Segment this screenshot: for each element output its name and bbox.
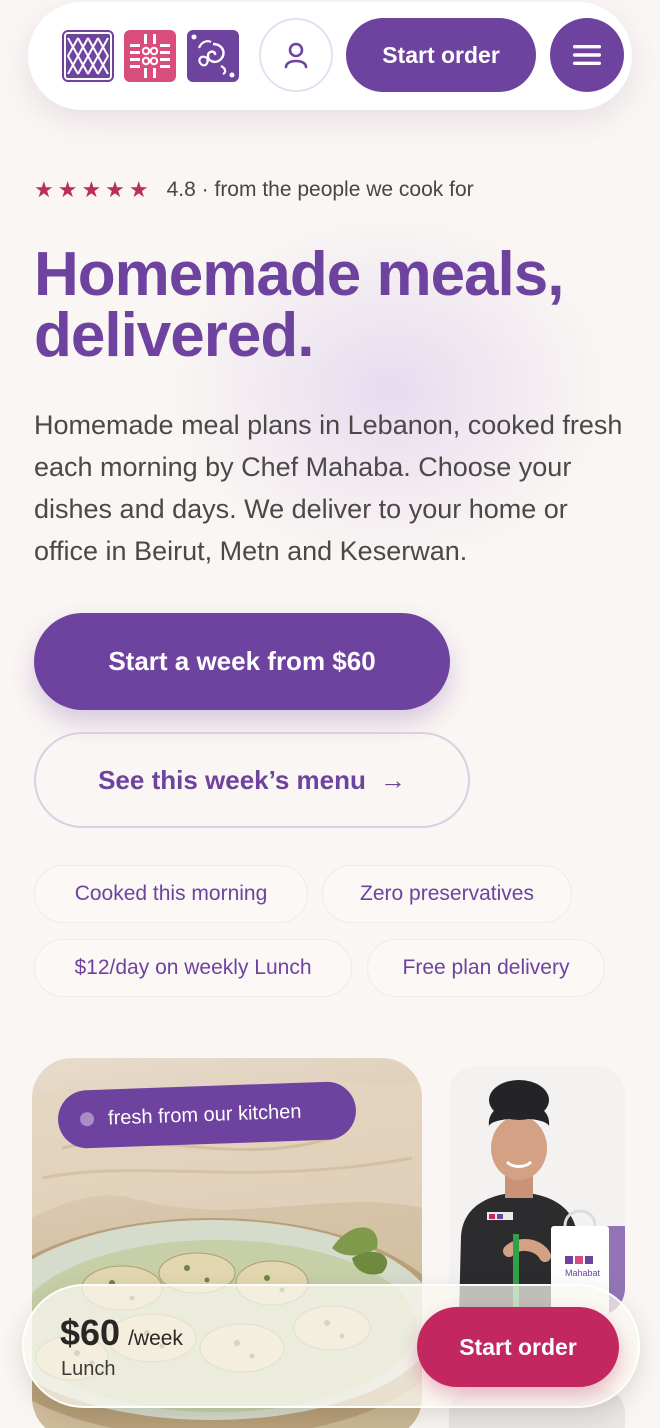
feature-chip: Cooked this morning [34,865,308,923]
hamburger-menu-icon [573,45,601,65]
hero-title-line2: delivered. [34,301,314,370]
feature-chip: Zero preservatives [322,865,572,923]
rating-text: 4.8 · from the people we cook for [166,178,474,201]
top-navigation-bar: Start order [28,2,632,110]
price-unit: /week [128,1327,183,1350]
plan-name: Lunch [61,1358,116,1380]
logo-flower-grid-icon[interactable] [124,30,176,82]
sticky-start-order-button[interactable]: Start order [417,1307,619,1387]
account-button[interactable] [259,18,333,92]
feature-chip: $12/day on weekly Lunch [34,939,352,997]
hero-title-line1: Homemade meals, [34,240,564,309]
fresh-badge-label: fresh from our kitchen [107,1100,302,1129]
price-display: $60 /week [60,1312,183,1354]
see-menu-label: See this week’s menu [98,764,366,795]
price-amount: $60 [60,1312,121,1353]
see-menu-button[interactable]: See this week’s menu → [34,732,470,828]
user-icon [284,42,308,69]
sticky-order-bar: $60 /week Lunch Start order [22,1284,640,1408]
logo-rose-icon[interactable] [187,30,239,82]
feature-chip: Free plan delivery [367,939,605,997]
hero-description: Homemade meal plans in Lebanon, cooked f… [34,410,623,566]
chef-photo: Mahabat [449,1066,625,1316]
rating-row: ★★★★★ 4.8 · from the people we cook for [34,172,474,208]
start-week-button[interactable]: Start a week from $60 [34,613,450,710]
arrow-right-icon: → [379,764,406,795]
hero-title: Homemade meals, delivered. [34,244,634,367]
header-start-order-button[interactable]: Start order [346,18,536,92]
star-icon: ★★★★★ [34,177,153,203]
badge-dot-icon [79,1111,95,1127]
fresh-badge: fresh from our kitchen [57,1080,357,1150]
bag-brand-text: Mahabat [565,1268,601,1278]
menu-button[interactable] [550,18,624,92]
logo-lattice-icon[interactable] [62,30,114,82]
